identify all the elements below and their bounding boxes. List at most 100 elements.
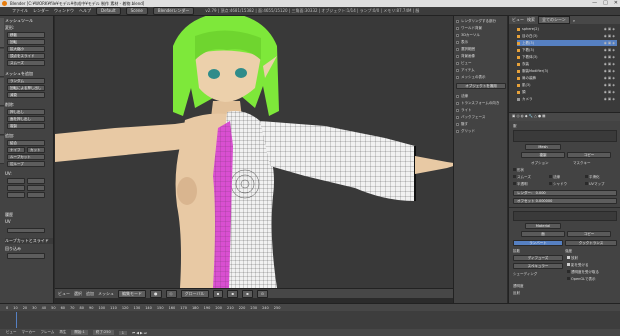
tab-shading[interactable] [0,78,4,106]
tab-options[interactable] [0,107,4,135]
outliner-display-mode[interactable]: 全てのシーン [538,16,570,24]
playhead[interactable] [16,312,17,328]
operator-field[interactable] [7,253,45,259]
section-add-mesh[interactable]: メッシュを追加 [5,71,53,77]
maximize-button[interactable]: □ [603,0,608,7]
opt-normal[interactable]: 法線 [549,174,560,180]
checkbox-icon[interactable] [567,263,570,266]
scene-tab-icon[interactable]: ◎ [516,114,519,118]
checkbox-icon[interactable] [456,61,459,65]
texture-tab-icon[interactable]: ▦ [542,114,545,118]
uv-button-1[interactable] [7,178,25,184]
checkbox-icon[interactable] [456,115,459,119]
menu-render[interactable]: レンダー [33,8,49,14]
material-datablock[interactable]: Material [525,223,561,229]
checkbox-icon[interactable] [456,101,459,105]
np-grid[interactable]: グリッド [456,128,506,134]
rotate-button[interactable]: 回転 [7,39,45,45]
opt-opengl[interactable]: OpenGLで表示 [567,276,596,282]
specular-shader-tab[interactable]: クックトランス [565,240,617,246]
checkbox-icon[interactable] [456,94,459,98]
checkbox-icon[interactable] [567,277,570,280]
outliner-item[interactable]: 肌(3) ◉ ▣ ◈ [517,82,617,88]
checkbox-icon[interactable] [513,175,516,178]
np-normals[interactable]: 法線 [456,93,506,99]
random-button[interactable]: ランダム [7,78,45,84]
outliner-item[interactable]: 頭 ◉ ▣ ◈ [517,89,617,95]
smooth-button[interactable]: スムーズ [7,60,45,66]
minimize-button[interactable]: — [592,0,597,7]
visibility-icons[interactable]: ◉ ▣ ◈ [604,33,615,39]
checkbox-icon[interactable] [456,108,459,112]
checkbox-icon[interactable] [456,47,459,51]
diffuse-dropdown[interactable]: ディフューズ [513,255,563,261]
outliner-item[interactable]: カメラ ◉ ▣ ◈ [517,96,617,102]
data-tab-icon[interactable]: △ [534,114,537,118]
duplicate-button[interactable]: 複製 [7,123,45,129]
visibility-icons[interactable]: ◉ ▣ ◈ [604,89,615,95]
opt-emit[interactable]: 放射 [567,255,578,261]
uv-button-4[interactable] [27,185,45,191]
uv-button-3[interactable] [7,185,25,191]
checkbox-icon[interactable] [585,182,588,185]
timeline[interactable]: 0 10 20 30 40 50 60 70 80 90 100 110 120 130 140 150 160… [0,303,620,336]
timeline-marker-menu[interactable]: マーカー [22,330,36,335]
dissolve-button[interactable]: 減衰 [7,92,45,98]
uv-button-6[interactable] [27,192,45,198]
outliner-item-selected[interactable]: 上着(3) ◉ ▣ ◈ [517,40,617,46]
checkbox-icon[interactable] [456,75,459,79]
material-slot-list[interactable] [513,130,617,142]
close-button[interactable]: ✕ [614,0,618,7]
checkbox-icon[interactable] [513,182,516,185]
outliner-item[interactable]: 衣装 ◉ ▣ ◈ [517,61,617,67]
checkbox-icon[interactable] [549,182,552,185]
orientation-selector[interactable]: グローバル [180,289,209,298]
checkbox-icon[interactable] [456,26,459,30]
tab-grease[interactable] [0,136,4,164]
mode-selector[interactable]: 編集モード [118,289,146,298]
pivot-selector[interactable]: ◇ [165,289,177,298]
search-icon[interactable]: ⌕ [573,18,575,23]
checkbox-icon[interactable] [549,175,552,178]
toolshelf-field[interactable] [7,228,45,233]
apply-object-button[interactable]: オブジェクトを適用 [456,83,506,89]
opt-smoothing[interactable]: 平滑化 [585,174,600,180]
opt-translucent[interactable]: 半透明 [513,181,528,187]
checkbox-icon[interactable] [456,19,459,23]
visibility-icons[interactable]: ◉ ▣ ◈ [604,82,615,88]
checkbox-icon[interactable] [456,54,459,58]
outliner-item[interactable]: 服装Modifier(3) ◉ ▣ ◈ [517,68,617,74]
scene-selector[interactable]: Scene [125,7,148,15]
outliner-item[interactable]: 目の白(3) ◉ ▣ ◈ [517,33,617,39]
opt-shadow[interactable]: シャドウ [549,181,567,187]
mesh-datablock[interactable]: Mesh [525,144,561,150]
cut-button[interactable]: カット [27,147,45,153]
move-button[interactable]: 移動 [7,32,45,38]
section-mesh-tools[interactable]: メッシュツール [5,18,53,24]
opt-uv-map[interactable]: UVマップ [585,181,604,187]
join-button[interactable]: 結合 [7,140,45,146]
np-mesh-display[interactable]: メッシュの表示 [456,74,506,80]
knife-button[interactable]: ナイフ [7,147,25,153]
start-frame-field[interactable]: 開始:1 [71,330,88,335]
opt-smooth[interactable]: スムーズ [513,174,531,180]
outliner-item[interactable]: 下着(3) ◉ ▣ ◈ [517,47,617,53]
visibility-icons[interactable]: ◉ ▣ ◈ [604,47,615,53]
checkbox-icon[interactable] [567,256,570,259]
opt-receive-transparent[interactable]: 透明度を受け取る [567,269,599,275]
material-preview-list[interactable] [513,211,617,221]
checkbox-icon[interactable] [456,129,459,133]
add-menu[interactable]: 追加 [86,291,94,297]
edge-loop-button[interactable]: 辺ループ [7,161,45,167]
visibility-icons[interactable]: ◉ ▣ ◈ [604,61,615,67]
layout-selector[interactable]: Default [96,7,121,15]
edge-select-mode[interactable]: ▪ [227,289,238,298]
opt-shape[interactable]: 形状 [513,167,524,173]
surface-button[interactable]: 面 [521,231,565,237]
render-engine-selector[interactable]: Blenderレンダー [152,7,195,15]
spin-extrude-button[interactable]: 回転による押し出し [7,85,45,91]
specular-dropdown[interactable]: スペキュラー [513,263,563,269]
menu-window[interactable]: ウィンドウ [54,8,74,14]
view-menu[interactable]: ビュー [58,291,70,297]
np-item[interactable]: アイテム [456,67,506,73]
